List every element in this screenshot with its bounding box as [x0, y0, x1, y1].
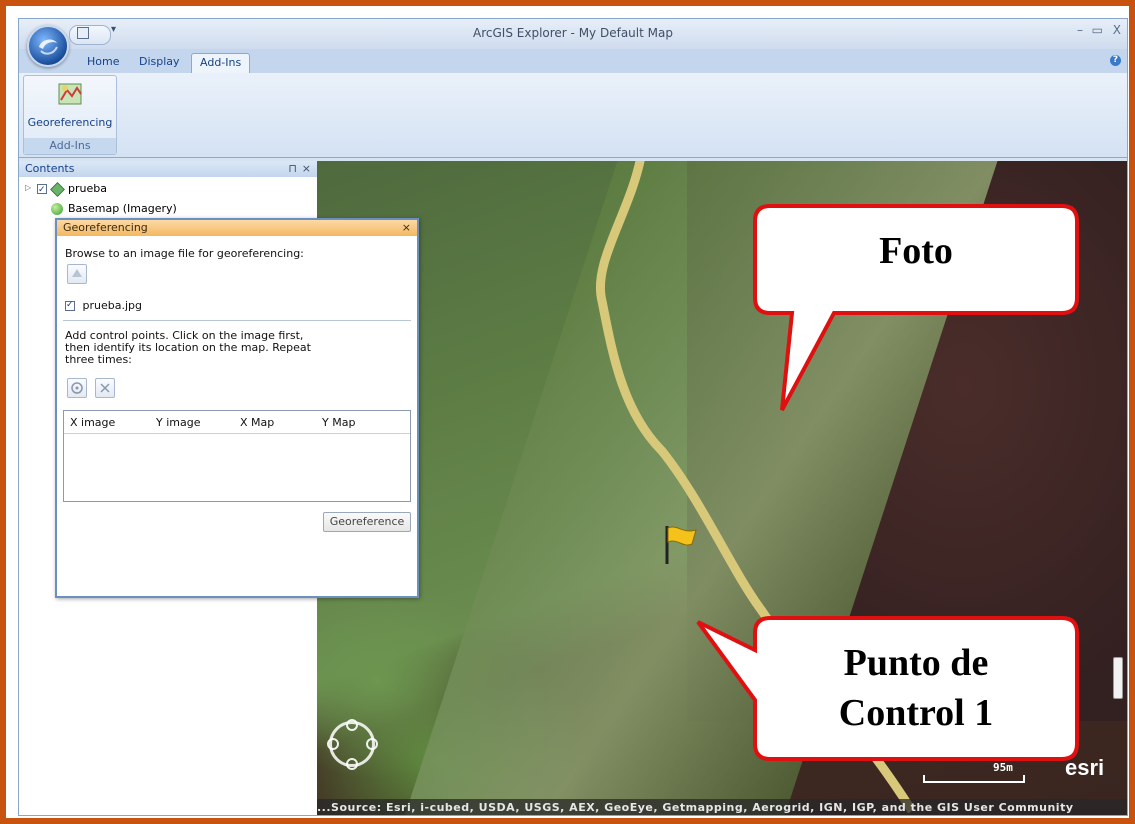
layer-row-basemap[interactable]: Basemap (Imagery) [51, 201, 177, 217]
add-control-point-button[interactable] [67, 378, 87, 398]
browse-icon [72, 269, 82, 277]
browse-image-button[interactable] [67, 264, 87, 284]
title-bar: ▾ ArcGIS Explorer - My Default Map – ▭ X [19, 19, 1127, 49]
browse-instruction: Browse to an image file for georeferenci… [65, 247, 304, 260]
georeferencing-button-label: Georeferencing [27, 116, 113, 129]
callout-control-line1: Punto de [843, 642, 989, 684]
georeferencing-icon [58, 83, 82, 105]
globe-icon [51, 203, 63, 215]
scale-bar [923, 775, 1025, 783]
layer-checkbox[interactable] [37, 182, 47, 198]
column-y-map: Y Map [322, 416, 356, 429]
close-button[interactable]: X [1113, 23, 1121, 37]
separator [63, 320, 411, 321]
delete-control-point-button[interactable] [95, 378, 115, 398]
control-point-flag-icon[interactable] [662, 524, 702, 566]
pin-icon[interactable]: ⊓ [288, 161, 297, 177]
contents-close-icon[interactable]: × [302, 161, 311, 177]
add-point-icon [71, 382, 83, 394]
minimize-button[interactable]: – [1077, 23, 1083, 37]
control-points-instruction-3: three times: [65, 353, 132, 366]
georeference-button[interactable]: Georeference [323, 512, 411, 532]
georeferencing-panel-header: Georeferencing × [57, 220, 417, 236]
image-file-label: prueba.jpg [82, 299, 143, 312]
georeferencing-panel: Georeferencing × Browse to an image file… [55, 218, 419, 598]
callout-control-line2: Control 1 [838, 692, 994, 734]
tab-home[interactable]: Home [79, 53, 127, 73]
callout-foto-text: Foto [879, 230, 953, 272]
expand-arrow-icon[interactable]: ▷ [25, 183, 31, 192]
column-x-image: X image [70, 416, 116, 429]
layer-row-prueba[interactable]: prueba [37, 181, 107, 198]
zoom-slider[interactable] [1113, 657, 1123, 699]
image-file-row[interactable]: prueba.jpg [65, 299, 143, 312]
map-attribution: ...Source: Esri, i-cubed, USDA, USGS, AE… [317, 799, 1127, 815]
image-file-checkbox[interactable] [65, 299, 75, 311]
ribbon-group-label: Add-Ins [24, 138, 116, 154]
navigation-control-icon[interactable] [327, 719, 378, 770]
delete-icon [100, 383, 110, 393]
layer-label: Basemap (Imagery) [68, 202, 177, 215]
esri-logo: esri [1065, 755, 1105, 780]
layer-icon [50, 181, 65, 197]
tab-display[interactable]: Display [131, 53, 188, 73]
scale-label: 95m [993, 761, 1013, 774]
georeferencing-close-icon[interactable]: × [402, 220, 411, 236]
layer-label: prueba [68, 182, 107, 195]
ribbon-body: Georeferencing Add-Ins [19, 73, 1127, 158]
control-points-table: X image Y image X Map Y Map [63, 410, 411, 502]
contents-header: Contents ⊓ × [19, 161, 317, 177]
window-title: ArcGIS Explorer - My Default Map [473, 26, 673, 40]
restore-button[interactable]: ▭ [1092, 23, 1103, 37]
ribbon-group-add-ins: Georeferencing Add-Ins [23, 75, 117, 155]
help-icon[interactable]: ? [1110, 55, 1121, 66]
contents-title: Contents [25, 162, 75, 175]
application-button-icon[interactable] [27, 25, 69, 67]
column-x-map: X Map [240, 416, 275, 429]
tab-add-ins[interactable]: Add-Ins [191, 53, 251, 73]
ribbon-tabs: Home Display Add-Ins ? [19, 49, 1127, 74]
georeferencing-ribbon-button[interactable]: Georeferencing [24, 76, 116, 138]
table-header: X image Y image X Map Y Map [64, 411, 410, 434]
georeferencing-panel-title: Georeferencing [63, 221, 148, 234]
column-y-image: Y image [156, 416, 201, 429]
